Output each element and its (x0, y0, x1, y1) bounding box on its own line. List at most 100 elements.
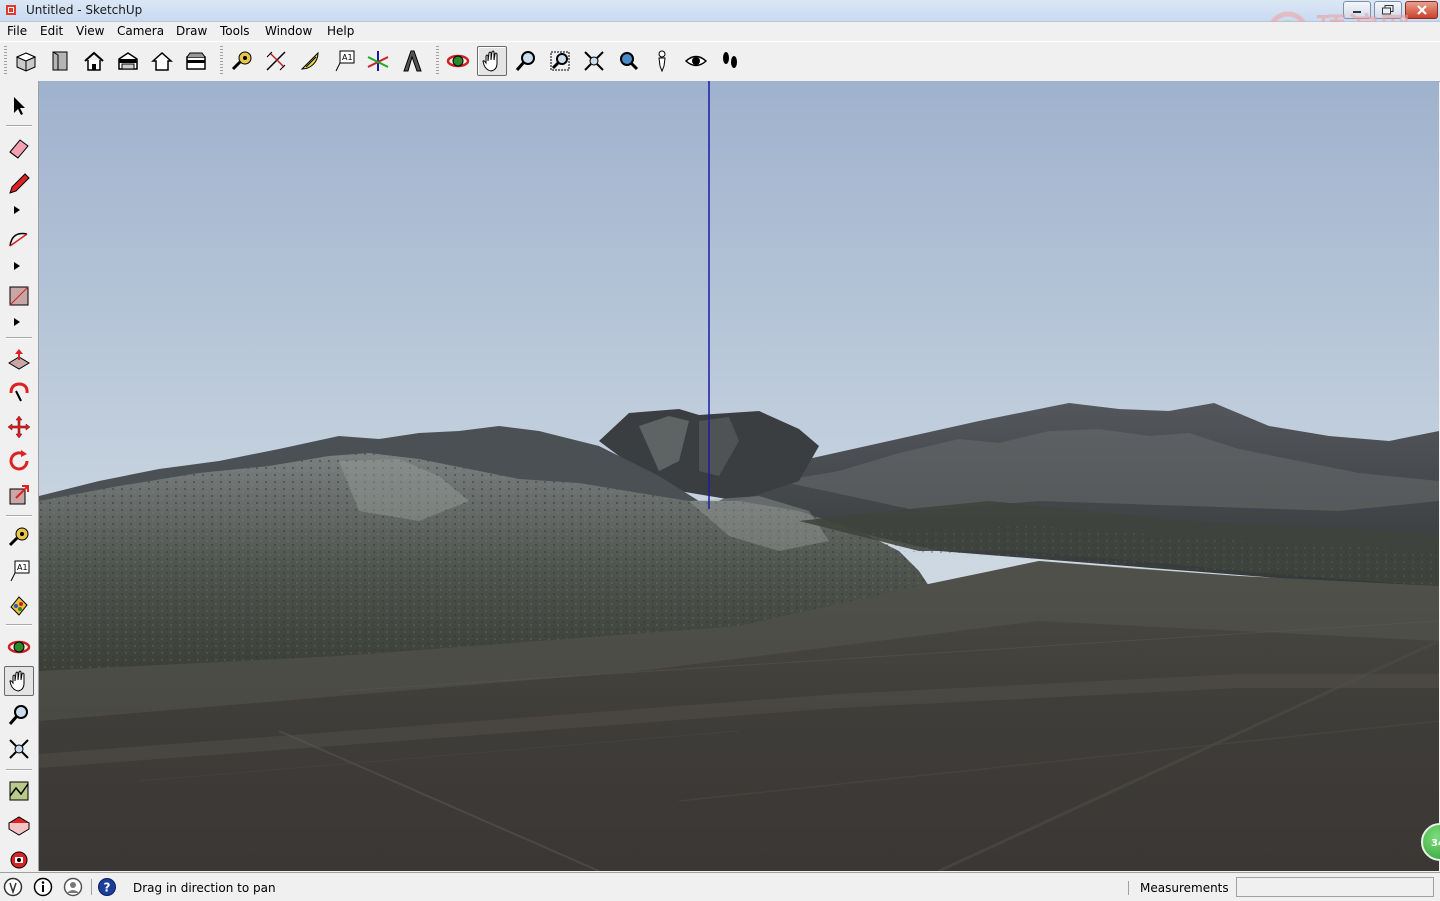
left-toolbar: A1 (0, 81, 39, 871)
move-button[interactable] (4, 412, 34, 442)
zoom-button[interactable] (511, 46, 541, 76)
text-side-button[interactable]: A1 (4, 556, 34, 586)
select-icon (14, 97, 25, 115)
pan-side-button[interactable] (4, 666, 34, 696)
zoom-side-button[interactable] (4, 700, 34, 730)
dimension-button[interactable] (261, 46, 291, 76)
rectangle-icon (9, 286, 29, 306)
back-view-button[interactable] (147, 46, 177, 76)
left-view-button[interactable] (181, 46, 211, 76)
menu-file[interactable]: File (7, 24, 27, 38)
zoom-extents-side-button[interactable] (4, 734, 34, 764)
scale-button[interactable] (4, 480, 34, 510)
axes-button[interactable] (363, 46, 393, 76)
look-around-button[interactable] (681, 46, 711, 76)
select-button[interactable] (4, 91, 34, 121)
toolbar-grip[interactable] (220, 46, 223, 76)
terrain-scene (39, 81, 1439, 871)
top-view-icon (52, 51, 68, 71)
axes-icon (367, 51, 389, 71)
rectangle-button[interactable] (4, 281, 34, 311)
3d-viewport[interactable] (39, 81, 1439, 871)
iso-view-button[interactable] (11, 46, 41, 76)
pencil-flyout-arrow[interactable] (14, 206, 20, 214)
minimize-button[interactable] (1343, 1, 1371, 19)
menu-camera[interactable]: Camera (117, 24, 164, 38)
eraser-button[interactable] (4, 133, 34, 163)
menu-bar: File Edit View Camera Draw Tools Window … (0, 22, 1440, 41)
help-icon[interactable]: ? (97, 877, 117, 897)
orbit-icon (7, 640, 31, 654)
zoom-extents-icon (9, 739, 29, 759)
push-pull-button[interactable] (4, 344, 34, 374)
zoom-extents-icon (584, 51, 604, 71)
status-message: Drag in direction to pan (133, 881, 276, 895)
orbit-side-button[interactable] (4, 632, 34, 662)
protractor-icon (300, 51, 319, 70)
menu-draw[interactable]: Draw (176, 24, 207, 38)
zoom-icon (8, 705, 28, 725)
follow-me-button[interactable] (4, 378, 34, 408)
right-view-icon (118, 52, 138, 70)
arc-button[interactable] (4, 225, 34, 255)
badge-count: 34 (1431, 838, 1440, 849)
menu-help[interactable]: Help (327, 24, 354, 38)
warehouse-button[interactable] (4, 810, 34, 840)
rectangle-flyout-arrow[interactable] (14, 318, 20, 326)
menu-tools[interactable]: Tools (220, 24, 250, 38)
svg-text:A1: A1 (17, 563, 28, 572)
follow-me-icon (9, 382, 29, 402)
toolbar-separator (6, 769, 32, 771)
tape-measure-button[interactable] (227, 46, 257, 76)
3d-text-button[interactable] (397, 46, 427, 76)
menu-view[interactable]: View (76, 24, 104, 38)
menu-edit[interactable]: Edit (40, 24, 63, 38)
tape-measure-side-button[interactable] (4, 522, 34, 552)
user-account-icon[interactable] (63, 877, 83, 897)
paint-bucket-button[interactable] (4, 590, 34, 620)
eraser-icon (9, 139, 29, 159)
extension-button[interactable] (4, 844, 34, 874)
back-view-icon (151, 51, 173, 71)
front-view-button[interactable] (79, 46, 109, 76)
toolbar-grip[interactable] (436, 46, 439, 76)
toolbar-separator (6, 515, 32, 517)
arc-icon (9, 232, 28, 247)
pencil-button[interactable] (4, 169, 34, 199)
credits-icon[interactable] (33, 877, 53, 897)
push-pull-icon (8, 349, 30, 370)
top-view-button[interactable] (45, 46, 75, 76)
sketchup-app-icon[interactable] (4, 3, 18, 17)
restore-button[interactable] (1374, 1, 1402, 19)
toolbar-grip[interactable] (4, 46, 7, 76)
position-camera-icon (658, 50, 666, 73)
menu-window[interactable]: Window (265, 24, 312, 38)
previous-view-button[interactable] (613, 46, 643, 76)
protractor-button[interactable] (295, 46, 325, 76)
measurements-input[interactable] (1236, 877, 1434, 897)
arc-flyout-arrow[interactable] (14, 262, 20, 270)
sandbox-icon (9, 781, 29, 801)
rotate-button[interactable] (4, 446, 34, 476)
close-button[interactable] (1405, 1, 1438, 19)
walk-icon (723, 52, 737, 68)
measurements-label: Measurements (1140, 881, 1229, 895)
text-label-button[interactable]: A1 (329, 46, 359, 76)
right-view-button[interactable] (113, 46, 143, 76)
sandbox-button[interactable] (4, 776, 34, 806)
walk-button[interactable] (715, 46, 745, 76)
measurements-separator (1128, 881, 1129, 895)
orbit-button[interactable] (443, 46, 473, 76)
pan-button[interactable] (477, 46, 507, 76)
position-camera-button[interactable] (647, 46, 677, 76)
status-bar: ? Drag in direction to pan Measurements (0, 872, 1440, 901)
minimize-icon (1353, 11, 1361, 13)
geo-location-icon[interactable] (3, 877, 23, 897)
zoom-window-button[interactable] (545, 46, 575, 76)
previous-view-icon (620, 52, 639, 71)
zoom-extents-button[interactable] (579, 46, 609, 76)
svg-text:?: ? (104, 881, 111, 895)
look-around-icon (684, 55, 708, 67)
text-label-icon: A1 (10, 560, 30, 582)
3d-text-icon (403, 50, 422, 72)
